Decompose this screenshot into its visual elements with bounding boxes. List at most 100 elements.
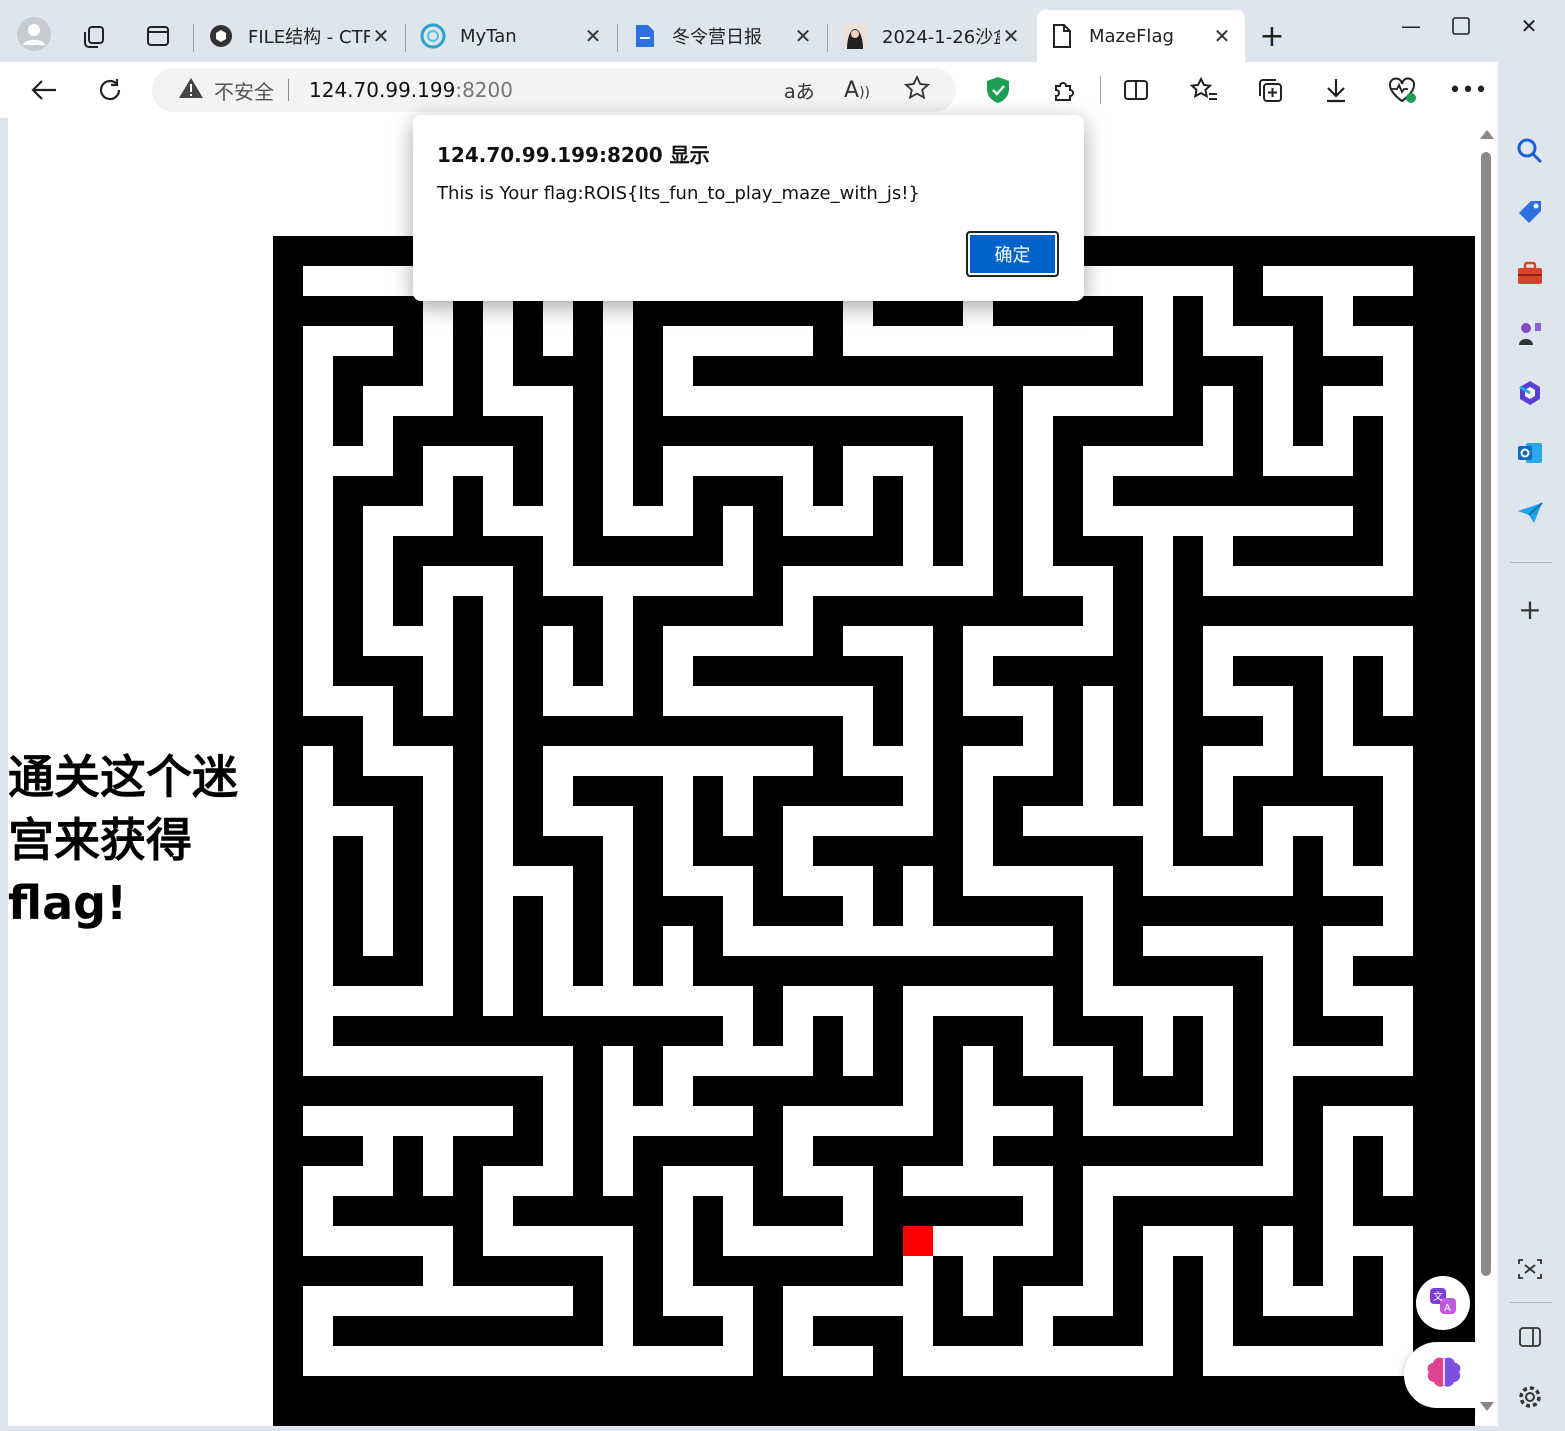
maze-path [303, 1106, 393, 1136]
new-tab-icon[interactable]: + [1254, 19, 1290, 54]
tab-title: 2024-1-26沙盒 [882, 27, 1000, 48]
maze-path [1203, 386, 1233, 476]
tab-title: MyTan [460, 25, 517, 47]
page-heading: 通关这个迷 宫来获得 flag! [8, 746, 268, 935]
translate-icon: 文A [1428, 1286, 1458, 1320]
minimize-icon[interactable]: — [1386, 8, 1436, 44]
heading-line: 通关这个迷 [8, 750, 238, 804]
maze-path [1383, 626, 1413, 716]
tab-daily-report[interactable]: 冬令营日报 ✕ [620, 10, 826, 62]
settings-gear-icon[interactable] [1513, 1380, 1547, 1414]
tab-actions-icon[interactable] [140, 20, 176, 52]
maze-path [783, 1346, 873, 1376]
dialog-message: This is Your flag:ROIS{Its_fun_to_play_m… [437, 183, 920, 204]
maze-path [1023, 326, 1113, 356]
maze-path [1263, 506, 1353, 536]
close-icon[interactable]: ✕ [1211, 24, 1233, 48]
tab-sandbox[interactable]: 2024-1-26沙盒 ✕ [830, 10, 1034, 62]
tab-mytan[interactable]: MyTan ✕ [408, 10, 616, 62]
close-icon[interactable]: ✕ [1000, 24, 1022, 48]
maze-path [423, 626, 453, 716]
favorite-star-icon[interactable] [903, 74, 931, 105]
tab-mazeflag[interactable]: MazeFlag ✕ [1037, 10, 1245, 62]
svg-text:A: A [1444, 1303, 1451, 1314]
maze-path [963, 926, 1053, 956]
maze-path [723, 746, 813, 776]
outlook-icon[interactable] [1513, 436, 1547, 470]
tab-title: MazeFlag [1089, 25, 1174, 47]
avatar-icon [842, 23, 868, 49]
collections-icon[interactable] [1252, 74, 1288, 106]
maze-path [663, 926, 693, 1016]
maze-path [1143, 926, 1233, 956]
address-bar[interactable]: 不安全 124.70.99.199:8200 aあ A)) [152, 68, 956, 112]
maze-path [303, 326, 393, 356]
games-icon[interactable] [1513, 316, 1547, 350]
vertical-scrollbar[interactable] [1476, 118, 1498, 1426]
security-label[interactable]: 不安全 [214, 76, 274, 105]
shield-extension-icon[interactable] [980, 74, 1016, 106]
send-icon[interactable] [1513, 496, 1547, 530]
refresh-icon[interactable] [92, 74, 128, 106]
maze-path [723, 506, 753, 596]
tools-icon[interactable] [1513, 256, 1547, 290]
maze-path [843, 986, 873, 1076]
search-icon[interactable] [1513, 134, 1547, 168]
svg-text:文: 文 [1433, 1290, 1443, 1303]
maze-path [963, 1226, 993, 1316]
page-viewport: 通关这个迷 宫来获得 flag! 文A [8, 118, 1476, 1426]
extensions-icon[interactable] [1046, 74, 1082, 106]
maze-path [483, 1286, 573, 1316]
read-aloud-icon[interactable]: A)) [844, 78, 870, 103]
edge-sidebar: + [1498, 62, 1565, 1431]
more-icon[interactable]: ••• [1449, 74, 1488, 106]
ctf-logo-icon [208, 23, 234, 49]
tab-strip: FILE结构 - CTF ✕ MyTan ✕ 冬令营日报 ✕ 2024-1-26… [0, 0, 1565, 62]
close-icon[interactable]: ✕ [792, 24, 814, 48]
page-icon [1049, 23, 1075, 49]
tab-ctf[interactable]: FILE结构 - CTF ✕ [196, 10, 404, 62]
url-host[interactable]: 124.70.99.199 [309, 78, 455, 102]
split-screen-icon[interactable] [1118, 74, 1154, 106]
maze-board[interactable] [273, 236, 1475, 1426]
profile-icon[interactable] [16, 17, 52, 51]
close-icon[interactable]: ✕ [582, 24, 604, 48]
ok-button[interactable]: 确定 [966, 231, 1059, 277]
heading-line: 宫来获得 [8, 813, 192, 867]
maze-path [483, 926, 513, 1016]
warning-icon[interactable] [178, 76, 204, 104]
maze-path [723, 326, 813, 356]
scroll-down-arrow[interactable] [1480, 1402, 1494, 1411]
m365-icon[interactable] [1513, 376, 1547, 410]
translate-page-icon[interactable]: aあ [784, 77, 815, 104]
maximize-icon[interactable] [1436, 8, 1486, 44]
maze-path [1083, 686, 1113, 776]
workspaces-icon[interactable] [76, 20, 112, 52]
favorites-icon[interactable] [1186, 74, 1222, 106]
add-sidebar-icon[interactable]: + [1513, 592, 1547, 626]
toolbar: 不安全 124.70.99.199:8200 aあ A)) ••• [0, 62, 1565, 118]
maze-path [603, 1046, 633, 1136]
brain-icon [1424, 1355, 1464, 1395]
screenshot-icon[interactable] [1513, 1252, 1547, 1286]
maze-path [1263, 1226, 1293, 1316]
floating-translate-button[interactable]: 文A [1416, 1276, 1470, 1330]
maze-path [1383, 1106, 1413, 1196]
scrollbar-thumb[interactable] [1481, 152, 1491, 1276]
maze-path [423, 1106, 453, 1196]
tab-title: 冬令营日报 [672, 27, 762, 48]
back-icon[interactable] [26, 74, 62, 106]
sidebar-toggle-icon[interactable] [1513, 1320, 1547, 1354]
url-port[interactable]: :8200 [455, 78, 513, 102]
close-icon[interactable]: ✕ [370, 24, 392, 48]
window-close-icon[interactable]: ✕ [1504, 8, 1554, 44]
download-icon[interactable] [1318, 74, 1354, 106]
floating-ai-button[interactable] [1404, 1342, 1476, 1408]
maze-path [1023, 806, 1113, 836]
shopping-tag-icon[interactable] [1513, 196, 1547, 230]
maze-path [363, 866, 393, 956]
tab-title: FILE结构 - CTF [248, 27, 370, 48]
scroll-up-arrow[interactable] [1480, 130, 1494, 139]
maze-path [1143, 986, 1173, 1076]
performance-icon[interactable] [1384, 74, 1420, 106]
